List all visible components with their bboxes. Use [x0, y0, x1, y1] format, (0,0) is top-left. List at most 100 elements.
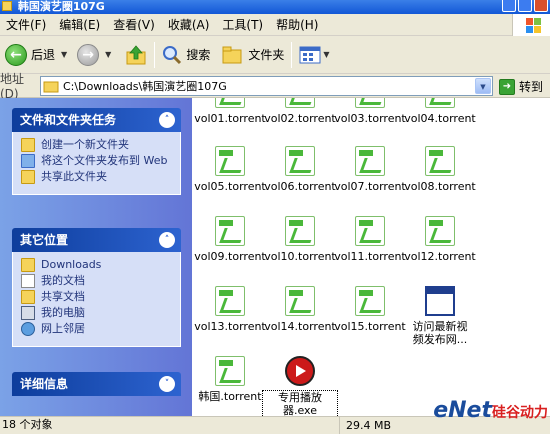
object-count: 18 个对象 [0, 417, 340, 434]
file-item[interactable]: vol15.torrent [332, 286, 408, 333]
views-button[interactable]: ▼ [296, 40, 332, 70]
task-new-folder[interactable]: 创建一个新文件夹 [21, 138, 172, 152]
menu-favorites[interactable]: 收藏(A) [164, 16, 219, 33]
file-item[interactable]: 专用播放器.exe [262, 356, 338, 416]
maximize-button[interactable] [518, 0, 532, 12]
minimize-button[interactable] [502, 0, 516, 12]
menu-help[interactable]: 帮助(H) [272, 16, 327, 33]
window-controls [502, 0, 548, 14]
menu-tools[interactable]: 工具(T) [218, 16, 272, 33]
chevron-down-icon[interactable]: ▼ [323, 50, 329, 59]
folders-button[interactable]: 文件夹 [219, 40, 287, 70]
other-places-section: 其它位置 ˄ Downloads 我的文档 共享文档 我的电脑 网上邻居 [12, 228, 181, 347]
section-header[interactable]: 其它位置 ˄ [12, 228, 181, 252]
section-body: 创建一个新文件夹 将这个文件夹发布到 Web 共享此文件夹 [12, 132, 181, 195]
file-item[interactable]: vol04.torrent [402, 98, 478, 125]
chevron-down-icon[interactable]: ▼ [105, 50, 111, 59]
file-item[interactable]: vol12.torrent [402, 216, 478, 263]
torrent-file-icon [425, 216, 455, 246]
torrent-file-icon [355, 216, 385, 246]
place-my-documents[interactable]: 我的文档 [21, 274, 172, 288]
place-network[interactable]: 网上邻居 [21, 322, 172, 336]
section-title: 其它位置 [20, 233, 69, 247]
file-item[interactable]: vol14.torrent [262, 286, 338, 333]
collapse-icon[interactable]: ˄ [159, 112, 175, 128]
place-shared-documents[interactable]: 共享文档 [21, 290, 172, 304]
search-label: 搜索 [186, 48, 211, 62]
place-downloads[interactable]: Downloads [21, 258, 172, 272]
file-item[interactable]: vol07.torrent [332, 146, 408, 193]
file-name: 访问最新视频发布网... [412, 320, 468, 346]
task-label: 将这个文件夹发布到 Web [41, 154, 168, 167]
torrent-file-icon [215, 216, 245, 246]
file-item[interactable]: vol13.torrent [192, 286, 268, 333]
expand-icon[interactable]: ˅ [159, 376, 175, 392]
menu-view[interactable]: 查看(V) [109, 16, 164, 33]
file-name: vol08.torrent [404, 180, 476, 193]
torrent-file-icon [425, 98, 455, 108]
file-item[interactable]: vol01.torrent [192, 98, 268, 125]
forward-button[interactable]: → ▼ [74, 40, 114, 70]
place-label: 共享文档 [41, 290, 85, 303]
file-item[interactable]: vol02.torrent [262, 98, 338, 125]
go-arrow-icon: ➜ [499, 78, 515, 95]
torrent-file-icon [285, 98, 315, 108]
task-label: 共享此文件夹 [41, 170, 107, 183]
forward-arrow-icon: → [77, 43, 100, 66]
section-title: 详细信息 [20, 377, 69, 391]
file-item[interactable]: vol10.torrent [262, 216, 338, 263]
torrent-file-icon [285, 146, 315, 176]
chevron-down-icon[interactable]: ▼ [475, 78, 491, 94]
file-item[interactable]: vol06.torrent [262, 146, 338, 193]
toolbar: ← 后退 ▼ → ▼ 搜索 文件夹 ▼ [0, 36, 550, 74]
folder-icon [43, 81, 59, 93]
address-label: 地址(D) [0, 72, 25, 101]
new-folder-icon [21, 138, 35, 152]
place-label: 我的电脑 [41, 306, 85, 319]
total-size: 29.4 MB [346, 418, 392, 432]
torrent-file-icon [215, 146, 245, 176]
file-name: 专用播放器.exe [262, 390, 338, 416]
collapse-icon[interactable]: ˄ [159, 232, 175, 248]
torrent-file-icon [215, 98, 245, 108]
section-header[interactable]: 文件和文件夹任务 ˄ [12, 108, 181, 132]
file-tasks-section: 文件和文件夹任务 ˄ 创建一个新文件夹 将这个文件夹发布到 Web 共享此文件夹 [12, 108, 181, 195]
torrent-file-icon [355, 286, 385, 316]
torrent-file-icon [215, 356, 245, 386]
menu-file[interactable]: 文件(F) [2, 16, 55, 33]
address-input[interactable]: C:\Downloads\韩国演艺圈107G ▼ [40, 76, 493, 96]
file-name: vol10.torrent [264, 250, 336, 263]
file-item[interactable]: vol09.torrent [192, 216, 268, 263]
go-button[interactable]: ➜ 转到 [499, 78, 543, 95]
file-item[interactable]: vol11.torrent [332, 216, 408, 263]
place-label: Downloads [41, 258, 102, 271]
task-publish-web[interactable]: 将这个文件夹发布到 Web [21, 154, 172, 168]
file-item[interactable]: vol05.torrent [192, 146, 268, 193]
file-name: vol13.torrent [194, 320, 266, 333]
watermark-suffix: 硅谷动力 [492, 405, 548, 421]
watermark-brand: eNet [433, 398, 492, 423]
enet-watermark-logo: eNet硅谷动力 [433, 398, 548, 423]
menu-bar: 文件(F) 编辑(E) 查看(V) 收藏(A) 工具(T) 帮助(H) [0, 14, 550, 36]
toolbar-separator [154, 41, 156, 68]
back-button[interactable]: ← 后退 ▼ [2, 40, 70, 70]
torrent-file-icon [285, 216, 315, 246]
task-share-folder[interactable]: 共享此文件夹 [21, 170, 172, 184]
close-button[interactable] [534, 0, 548, 12]
file-name: vol09.torrent [194, 250, 266, 263]
section-header[interactable]: 详细信息 ˅ [12, 372, 181, 396]
menu-edit[interactable]: 编辑(E) [55, 16, 109, 33]
up-folder-button[interactable] [122, 40, 150, 70]
file-item[interactable]: vol08.torrent [402, 146, 478, 193]
search-button[interactable]: 搜索 [159, 40, 213, 70]
file-name: vol12.torrent [404, 250, 476, 263]
chevron-down-icon[interactable]: ▼ [61, 50, 67, 59]
file-item[interactable]: 韩国.torrent [192, 356, 268, 403]
file-item[interactable]: vol03.torrent [332, 98, 408, 125]
title-bar[interactable]: 韩国演艺圈107G [0, 0, 550, 14]
place-my-computer[interactable]: 我的电脑 [21, 306, 172, 320]
file-name: vol05.torrent [194, 180, 266, 193]
details-section: 详细信息 ˅ [12, 372, 181, 396]
documents-icon [21, 274, 35, 288]
file-item[interactable]: 访问最新视频发布网... [402, 286, 478, 346]
